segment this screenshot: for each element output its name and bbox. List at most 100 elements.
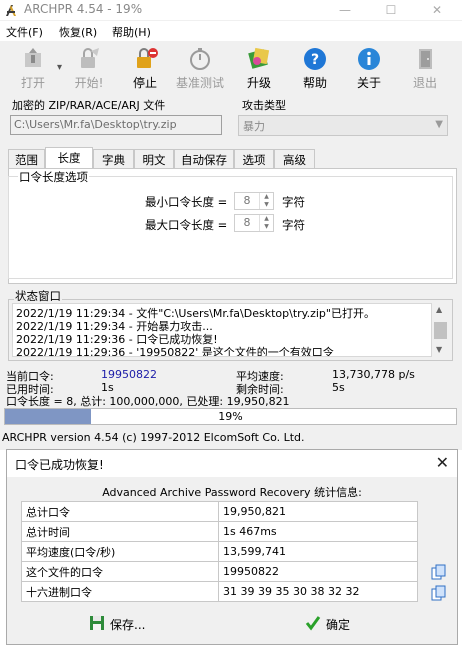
progress-bar: 19%: [4, 408, 457, 425]
max-length-value: 8: [243, 216, 251, 229]
log-scrollbar[interactable]: ▲ ▼: [432, 303, 449, 357]
statistics-table: 总计口令 19,950,821 总计时间 1s 467ms 平均速度(口令/秒)…: [21, 501, 418, 602]
tab-options[interactable]: 选项: [234, 149, 274, 168]
table-row: 总计时间 1s 467ms: [21, 521, 418, 542]
attack-type-value: 暴力: [243, 120, 265, 133]
progress-summary: 口令长度 = 8, 总计: 100,000,000, 已处理: 19,950,8…: [6, 395, 290, 408]
exit-button[interactable]: 退出: [400, 42, 450, 92]
dialog-title-bar: 口令已成功恢复! ✕: [7, 450, 457, 477]
about-button[interactable]: 关于: [344, 42, 394, 92]
upgrade-label: 升级: [246, 76, 271, 90]
dialog-close-button[interactable]: ✕: [436, 453, 449, 472]
info-icon: [358, 48, 380, 70]
stat-value: 13,599,741: [218, 541, 418, 562]
menu-bar: 文件(F) 恢复(R) 帮助(H): [0, 21, 462, 41]
min-length-unit: 字符: [282, 195, 305, 209]
close-button[interactable]: ✕: [414, 0, 460, 20]
dialog-title: 口令已成功恢复!: [15, 458, 104, 472]
stat-value: 31 39 39 35 30 38 32 32: [218, 581, 418, 602]
stop-label: 停止: [132, 76, 157, 90]
remaining-value: 5s: [332, 381, 345, 394]
length-options-group: [8, 176, 453, 279]
table-row: 平均速度(口令/秒) 13,599,741: [21, 541, 418, 562]
stat-key: 这个文件的口令: [21, 561, 219, 582]
table-row: 这个文件的口令 19950822: [21, 561, 418, 582]
progress-text: 19%: [218, 410, 243, 423]
tab-plaintext[interactable]: 明文: [134, 149, 174, 168]
maximize-button[interactable]: ☐: [368, 0, 414, 20]
upgrade-icon: [248, 47, 270, 69]
help-label: 帮助: [302, 76, 327, 90]
max-length-label: 最大口令长度 =: [145, 218, 228, 232]
exit-door-icon: [419, 49, 432, 69]
benchmark-label: 基准测试: [175, 76, 224, 90]
title-bar: ARCHPR 4.54 - 19% — ☐ ✕: [0, 0, 462, 20]
toolbar: 打开 ▾ 开始! 停止 基准测试 升级 ? 帮助 关于 退出: [0, 42, 462, 92]
avg-speed-value: 13,730,778 p/s: [332, 368, 415, 381]
open-button[interactable]: 打开: [8, 42, 58, 92]
benchmark-button[interactable]: 基准测试: [172, 42, 228, 92]
scroll-up-icon[interactable]: ▲: [436, 305, 442, 314]
status-log[interactable]: 2022/1/19 11:29:34 - 文件"C:\Users\Mr.fa\D…: [12, 303, 432, 357]
max-length-unit: 字符: [282, 218, 305, 232]
stat-key: 总计时间: [21, 521, 219, 542]
attack-type-select[interactable]: 暴力 ▼: [238, 115, 448, 136]
checkmark-icon: [305, 616, 321, 631]
copy-hex-icon[interactable]: [431, 585, 447, 601]
menu-recover[interactable]: 恢复(R): [59, 24, 97, 40]
log-line: 2022/1/19 11:29:36 - '19950822' 是这个文件的一个…: [16, 346, 334, 357]
table-row: 十六进制口令 31 39 39 35 30 38 32 32: [21, 581, 418, 602]
file-path-field[interactable]: C:\Users\Mr.fa\Desktop\try.zip: [10, 115, 222, 135]
table-row: 总计口令 19,950,821: [21, 501, 418, 522]
tab-advanced[interactable]: 高级: [274, 149, 315, 168]
stat-key: 十六进制口令: [21, 581, 219, 602]
main-window: ARCHPR 4.54 - 19% — ☐ ✕ 文件(F) 恢复(R) 帮助(H…: [0, 0, 462, 450]
open-icon: [25, 48, 41, 67]
open-dropdown-icon[interactable]: ▾: [57, 62, 62, 73]
help-icon: ?: [304, 48, 326, 70]
upgrade-button[interactable]: 升级: [234, 42, 284, 92]
open-label: 打开: [20, 76, 45, 90]
svg-text:?: ?: [311, 52, 319, 68]
copy-password-icon[interactable]: [431, 564, 447, 580]
app-icon: [6, 5, 16, 16]
tab-dictionary[interactable]: 字典: [93, 149, 134, 168]
min-length-value: 8: [243, 194, 251, 207]
about-label: 关于: [356, 76, 381, 90]
tab-length[interactable]: 长度: [45, 147, 93, 169]
encrypted-file-label: 加密的 ZIP/RAR/ACE/ARJ 文件: [12, 99, 166, 112]
dialog-heading: Advanced Archive Password Recovery 统计信息:: [102, 486, 362, 499]
stop-icon: [137, 48, 158, 68]
scrollbar-thumb[interactable]: [434, 322, 447, 339]
scroll-down-icon[interactable]: ▼: [436, 345, 442, 354]
spinner-arrows-icon[interactable]: ▲ ▼: [259, 215, 273, 231]
min-length-spinner[interactable]: 8 ▲ ▼: [234, 192, 274, 210]
start-button[interactable]: 开始!: [64, 42, 114, 92]
spinner-arrows-icon[interactable]: ▲ ▼: [259, 193, 273, 209]
stopwatch-icon: [190, 48, 210, 70]
start-label: 开始!: [74, 76, 104, 90]
exit-label: 退出: [412, 76, 437, 90]
stat-value: 19,950,821: [218, 501, 418, 522]
stat-value: 19950822: [218, 561, 418, 582]
tab-autosave[interactable]: 自动保存: [174, 149, 234, 168]
help-button[interactable]: ? 帮助: [290, 42, 340, 92]
max-length-spinner[interactable]: 8 ▲ ▼: [234, 214, 274, 232]
ok-label: 确定: [326, 618, 351, 632]
chevron-down-icon: ▼: [435, 119, 443, 130]
menu-help[interactable]: 帮助(H): [112, 24, 151, 40]
stop-button[interactable]: 停止: [120, 42, 170, 92]
floppy-disk-icon: [90, 616, 104, 630]
window-title: ARCHPR 4.54 - 19%: [24, 2, 143, 16]
min-length-label: 最小口令长度 =: [145, 195, 228, 209]
minimize-button[interactable]: —: [322, 0, 368, 20]
stat-key: 总计口令: [21, 501, 219, 522]
current-password-value: 19950822: [101, 368, 157, 381]
start-icon: [81, 48, 99, 68]
tab-range[interactable]: 范围: [8, 149, 45, 168]
menu-file[interactable]: 文件(F): [6, 24, 43, 40]
success-dialog: 口令已成功恢复! ✕ Advanced Archive Password Rec…: [6, 449, 458, 645]
length-options-title: 口令长度选项: [18, 169, 89, 185]
save-label: 保存...: [110, 618, 146, 632]
status-window-title: 状态窗口: [14, 288, 62, 304]
